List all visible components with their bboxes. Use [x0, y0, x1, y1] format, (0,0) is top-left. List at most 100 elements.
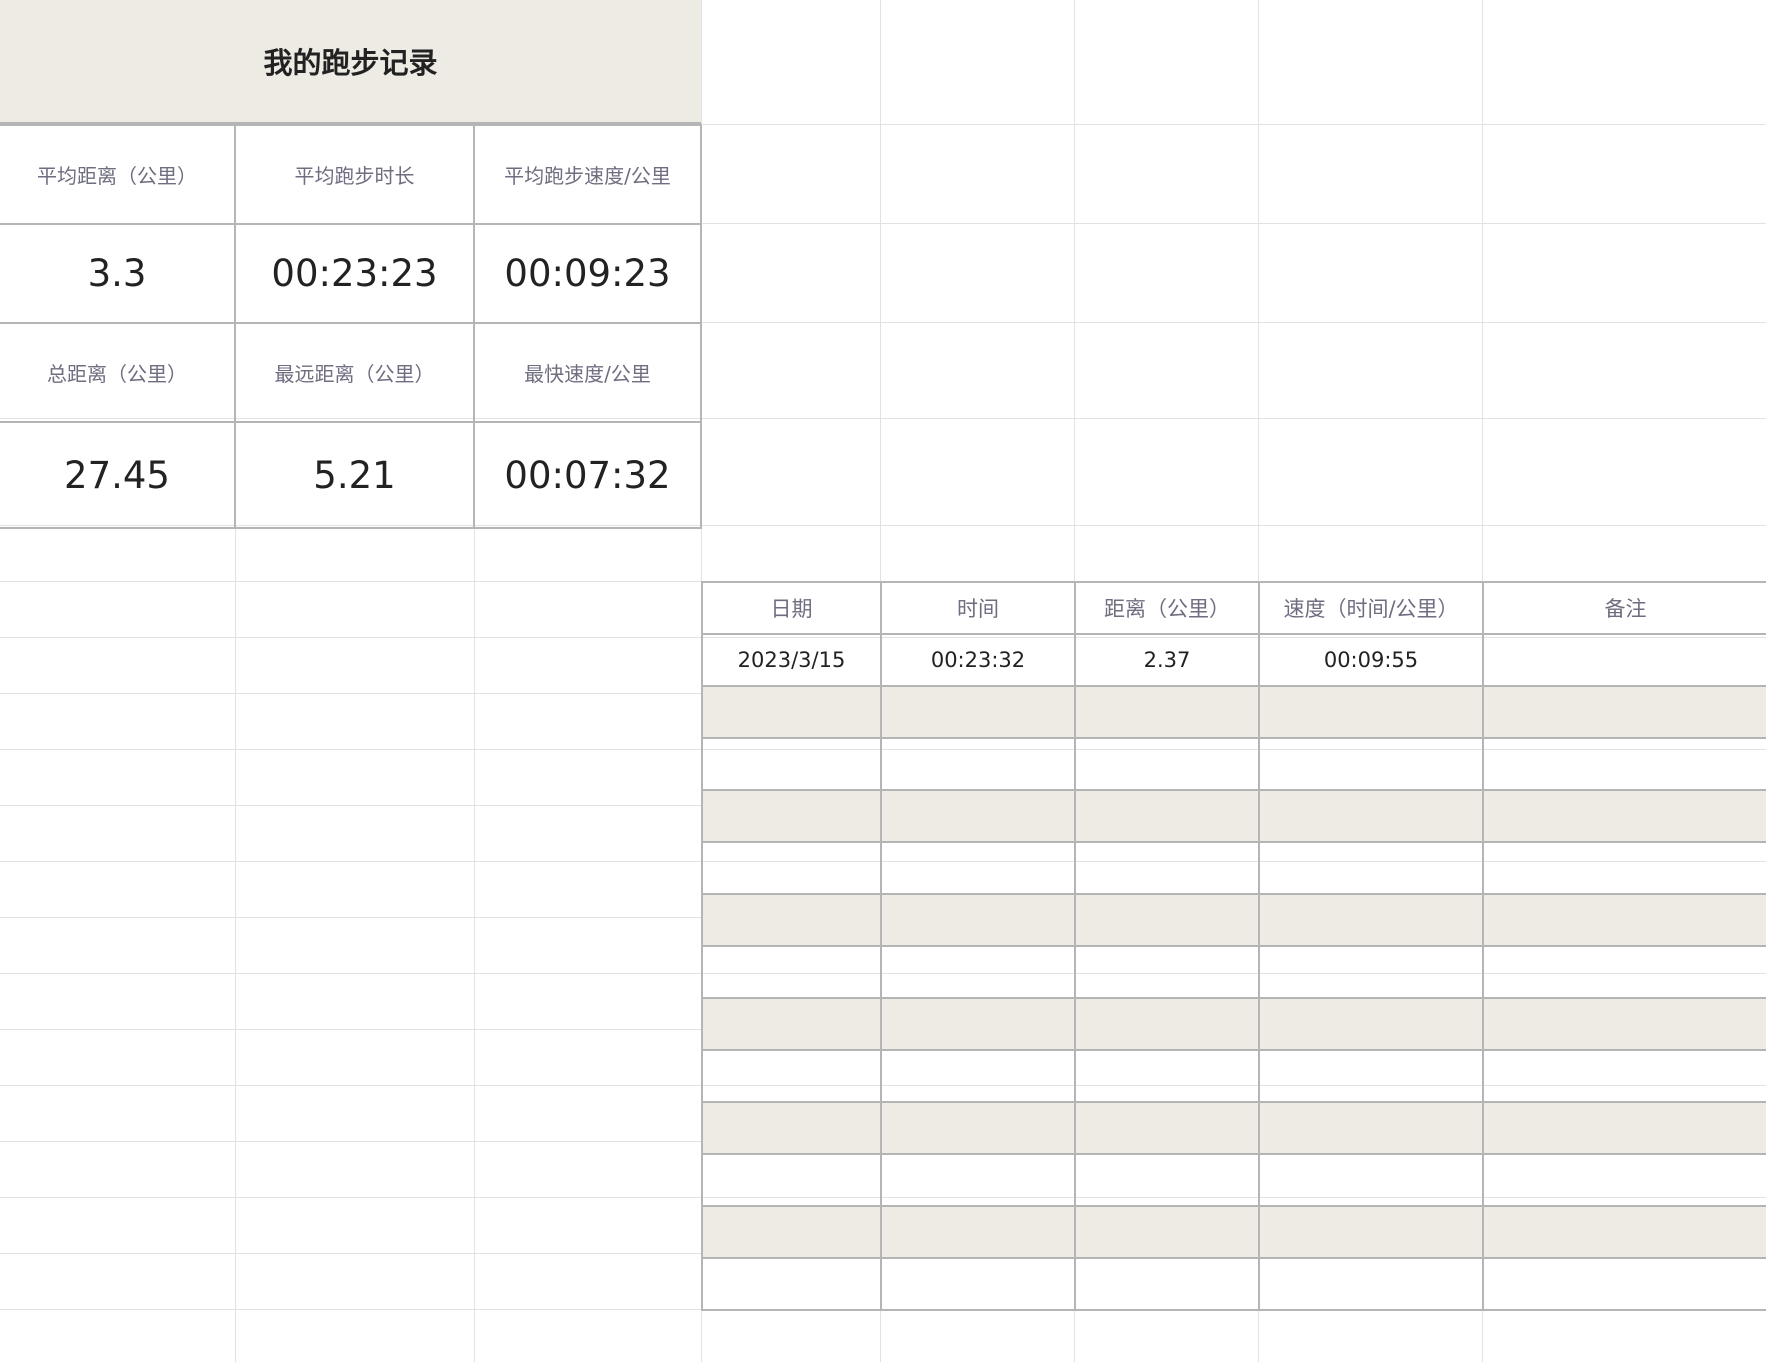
- record-cell-distance[interactable]: [1074, 1257, 1260, 1311]
- record-cell-notes[interactable]: [1482, 1257, 1766, 1311]
- record-cell-distance[interactable]: [1074, 685, 1260, 739]
- empty-record-row: [701, 685, 1766, 739]
- record-cell-distance[interactable]: [1074, 1049, 1260, 1103]
- empty-record-row: [701, 789, 1766, 843]
- longest-distance-label[interactable]: 最远距离（公里）: [234, 322, 475, 423]
- record-cell-date[interactable]: 2023/3/15: [701, 633, 882, 687]
- empty-record-row: [701, 737, 1766, 791]
- avg-pace-value[interactable]: 00:09:23: [473, 223, 702, 324]
- run-records-table: 日期 时间 距离（公里） 速度（时间/公里） 备注 2023/3/15 00:23…: [701, 581, 1766, 1311]
- avg-distance-value[interactable]: 3.3: [0, 223, 236, 324]
- header-time[interactable]: 时间: [880, 581, 1076, 635]
- record-cell-date[interactable]: [701, 997, 882, 1051]
- record-cell-date[interactable]: [701, 1101, 882, 1155]
- record-cell-time[interactable]: [880, 1049, 1076, 1103]
- empty-record-row: [701, 945, 1766, 999]
- record-cell-distance[interactable]: [1074, 1101, 1260, 1155]
- sheet-title-banner[interactable]: 我的跑步记录: [0, 0, 701, 124]
- record-cell-notes[interactable]: [1482, 1049, 1766, 1103]
- record-cell-date[interactable]: [701, 893, 882, 947]
- empty-record-row: [701, 1101, 1766, 1155]
- record-cell-time[interactable]: [880, 1153, 1076, 1207]
- record-cell-distance[interactable]: [1074, 1153, 1260, 1207]
- record-cell-pace[interactable]: [1258, 1049, 1484, 1103]
- avg-duration-label[interactable]: 平均跑步时长: [234, 124, 475, 225]
- record-cell-time[interactable]: [880, 685, 1076, 739]
- record-cell-date[interactable]: [701, 1257, 882, 1311]
- record-cell-pace[interactable]: [1258, 997, 1484, 1051]
- record-cell-date[interactable]: [701, 685, 882, 739]
- records-header-row: 日期 时间 距离（公里） 速度（时间/公里） 备注: [701, 581, 1766, 635]
- record-cell-time[interactable]: [880, 841, 1076, 895]
- record-cell-distance[interactable]: [1074, 997, 1260, 1051]
- record-cell-date[interactable]: [701, 841, 882, 895]
- record-cell-date[interactable]: [701, 945, 882, 999]
- empty-record-row: [701, 1049, 1766, 1103]
- empty-record-row: [701, 893, 1766, 947]
- record-cell-distance[interactable]: [1074, 1205, 1260, 1259]
- record-cell-date[interactable]: [701, 1049, 882, 1103]
- summary-label-row: 平均距离（公里） 平均跑步时长 平均跑步速度/公里: [0, 124, 702, 225]
- record-cell-date[interactable]: [701, 737, 882, 791]
- record-cell-distance[interactable]: [1074, 841, 1260, 895]
- record-row: 2023/3/15 00:23:32 2.37 00:09:55: [701, 633, 1766, 687]
- record-cell-distance[interactable]: [1074, 893, 1260, 947]
- summary-stats: 平均距离（公里） 平均跑步时长 平均跑步速度/公里 3.3 00:23:23 0…: [0, 124, 702, 529]
- record-cell-time[interactable]: [880, 997, 1076, 1051]
- record-cell-notes[interactable]: [1482, 1101, 1766, 1155]
- empty-record-row: [701, 841, 1766, 895]
- record-cell-notes[interactable]: [1482, 1205, 1766, 1259]
- fastest-pace-value[interactable]: 00:07:32: [473, 421, 702, 529]
- record-cell-pace[interactable]: [1258, 1153, 1484, 1207]
- avg-pace-label[interactable]: 平均跑步速度/公里: [473, 124, 702, 225]
- record-cell-pace[interactable]: [1258, 685, 1484, 739]
- record-cell-pace[interactable]: [1258, 737, 1484, 791]
- header-notes[interactable]: 备注: [1482, 581, 1766, 635]
- total-distance-label[interactable]: 总距离（公里）: [0, 322, 236, 423]
- record-cell-time[interactable]: [880, 1257, 1076, 1311]
- record-cell-pace[interactable]: [1258, 789, 1484, 843]
- record-cell-date[interactable]: [701, 1153, 882, 1207]
- record-cell-time[interactable]: [880, 737, 1076, 791]
- record-cell-pace[interactable]: [1258, 893, 1484, 947]
- fastest-pace-label[interactable]: 最快速度/公里: [473, 322, 702, 423]
- avg-duration-value[interactable]: 00:23:23: [234, 223, 475, 324]
- record-cell-notes[interactable]: [1482, 1153, 1766, 1207]
- record-cell-time[interactable]: [880, 893, 1076, 947]
- summary-value-row: 27.45 5.21 00:07:32: [0, 421, 702, 529]
- record-cell-notes[interactable]: [1482, 737, 1766, 791]
- record-cell-pace[interactable]: [1258, 1101, 1484, 1155]
- record-cell-notes[interactable]: [1482, 945, 1766, 999]
- avg-distance-label[interactable]: 平均距离（公里）: [0, 124, 236, 225]
- record-cell-notes[interactable]: [1482, 789, 1766, 843]
- record-cell-notes[interactable]: [1482, 633, 1766, 687]
- summary-value-row: 3.3 00:23:23 00:09:23: [0, 223, 702, 324]
- record-cell-distance[interactable]: [1074, 789, 1260, 843]
- header-date[interactable]: 日期: [701, 581, 882, 635]
- record-cell-pace[interactable]: [1258, 1205, 1484, 1259]
- longest-distance-value[interactable]: 5.21: [234, 421, 475, 529]
- total-distance-value[interactable]: 27.45: [0, 421, 236, 529]
- record-cell-time[interactable]: [880, 789, 1076, 843]
- record-cell-pace[interactable]: [1258, 841, 1484, 895]
- record-cell-time[interactable]: [880, 945, 1076, 999]
- record-cell-notes[interactable]: [1482, 893, 1766, 947]
- record-cell-date[interactable]: [701, 789, 882, 843]
- record-cell-distance[interactable]: 2.37: [1074, 633, 1260, 687]
- record-cell-time[interactable]: 00:23:32: [880, 633, 1076, 687]
- record-cell-notes[interactable]: [1482, 997, 1766, 1051]
- record-cell-distance[interactable]: [1074, 945, 1260, 999]
- header-distance[interactable]: 距离（公里）: [1074, 581, 1260, 635]
- empty-record-row: [701, 1257, 1766, 1311]
- record-cell-time[interactable]: [880, 1205, 1076, 1259]
- record-cell-pace[interactable]: 00:09:55: [1258, 633, 1484, 687]
- record-cell-distance[interactable]: [1074, 737, 1260, 791]
- record-cell-notes[interactable]: [1482, 685, 1766, 739]
- record-cell-date[interactable]: [701, 1205, 882, 1259]
- record-cell-notes[interactable]: [1482, 841, 1766, 895]
- record-cell-time[interactable]: [880, 1101, 1076, 1155]
- record-cell-pace[interactable]: [1258, 1257, 1484, 1311]
- empty-record-row: [701, 1153, 1766, 1207]
- record-cell-pace[interactable]: [1258, 945, 1484, 999]
- header-pace[interactable]: 速度（时间/公里）: [1258, 581, 1484, 635]
